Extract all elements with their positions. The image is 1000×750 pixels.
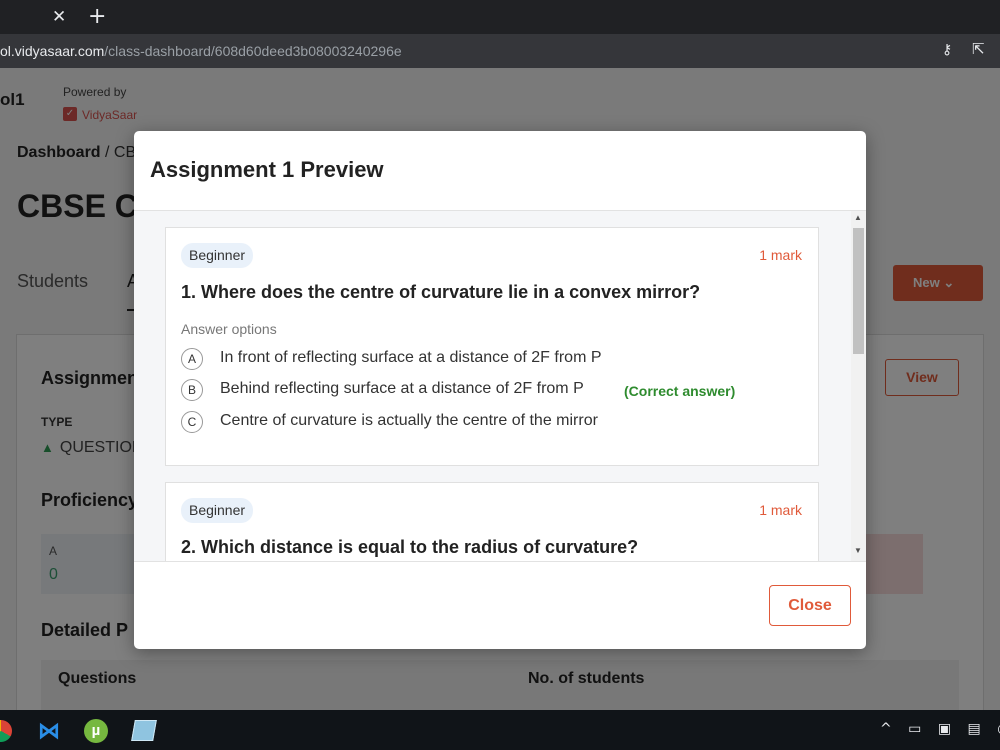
modal-scroll-body[interactable]: Beginner 1 mark 1. Where does the centre…	[134, 211, 851, 561]
new-tab-button[interactable]: +	[88, 4, 106, 29]
close-button[interactable]: Close	[769, 585, 851, 626]
share-icon[interactable]: ⇱	[972, 40, 985, 58]
option-letter-circle: C	[181, 411, 203, 433]
address-bar[interactable]: ol.vidyasaar.com/class-dashboard/608d60d…	[0, 34, 1000, 68]
question-card: Beginner 1 mark 1. Where does the centre…	[165, 227, 819, 466]
chrome-icon[interactable]	[0, 720, 12, 742]
taskbar: ⋈ µ ^ ▭ ▣ ▤ ◔	[0, 710, 1000, 750]
utorrent-icon[interactable]: µ	[84, 719, 108, 743]
tab-close-button[interactable]: ✕	[52, 7, 66, 27]
option-text: Centre of curvature is actually the cent…	[220, 412, 598, 429]
url-text[interactable]: ol.vidyasaar.com/class-dashboard/608d60d…	[0, 43, 402, 59]
key-icon[interactable]: ⚷	[942, 42, 952, 58]
question-text: 2. Which distance is equal to the radius…	[181, 537, 639, 557]
marks-label: 1 mark	[759, 502, 802, 518]
option-letter-circle: B	[181, 379, 203, 401]
marks-label: 1 mark	[759, 247, 802, 263]
level-badge: Beginner	[181, 498, 254, 523]
scroll-down-arrow-icon[interactable]: ▼	[854, 546, 862, 555]
question-card: Beginner 1 mark 2. Which distance is equ…	[165, 482, 819, 561]
option-text: Behind reflecting surface at a distance …	[220, 380, 584, 397]
level-badge: Beginner	[181, 243, 254, 268]
answer-options-label: Answer options	[181, 321, 277, 337]
assignment-preview-modal: Assignment 1 Preview Beginner 1 mark 1. …	[134, 131, 866, 649]
option-text: In front of reflecting surface at a dist…	[220, 349, 602, 366]
modal-title: Assignment 1 Preview	[150, 157, 384, 182]
system-tray[interactable]: ^ ▭ ▣ ▤ ◔	[880, 721, 1000, 737]
scroll-up-arrow-icon[interactable]: ▲	[854, 213, 862, 222]
scrollbar[interactable]: ▲ ▼	[851, 211, 866, 561]
browser-tab-bar: ✕ +	[0, 0, 1000, 34]
url-host: ol.vidyasaar.com	[0, 43, 105, 59]
notes-icon[interactable]	[131, 720, 157, 741]
vscode-icon[interactable]: ⋈	[37, 719, 61, 743]
option-letter-circle: A	[181, 348, 203, 370]
correct-answer-tag: (Correct answer)	[624, 383, 736, 399]
divider	[134, 561, 866, 562]
question-text: 1. Where does the centre of curvature li…	[181, 282, 701, 302]
scrollbar-thumb[interactable]	[853, 228, 864, 354]
url-path: /class-dashboard/608d60deed3b08003240296…	[104, 43, 402, 59]
